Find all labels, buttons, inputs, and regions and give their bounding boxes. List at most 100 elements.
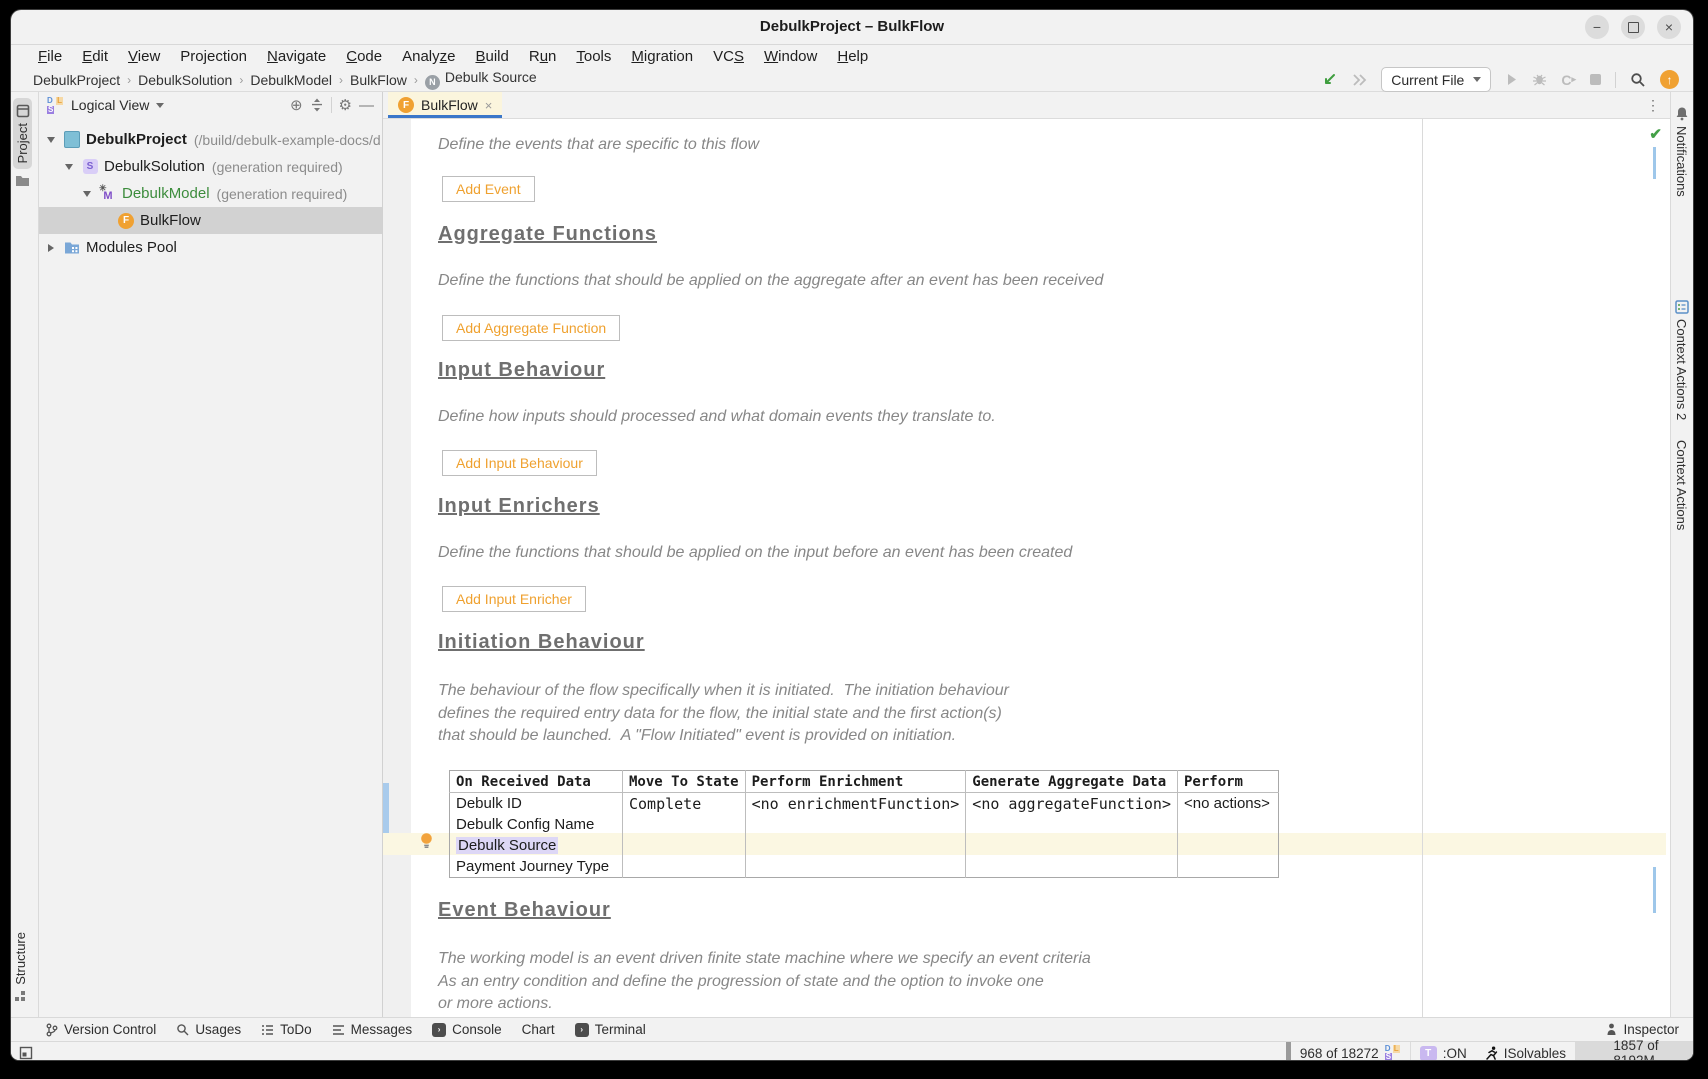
add-input-enricher-button[interactable]: Add Input Enricher (442, 586, 586, 612)
menu-navigate[interactable]: Navigate (258, 48, 335, 65)
tree-row-debulkmodel[interactable]: ✳M DebulkModel (generation required) (39, 180, 382, 207)
run-icon[interactable] (1505, 73, 1518, 86)
inspections-ok-icon[interactable]: ✔ (1649, 125, 1662, 143)
move-to-state-cell[interactable]: Complete (623, 793, 746, 815)
position-widget[interactable]: 968 of 18272 DLS (1291, 1042, 1410, 1060)
menu-tools[interactable]: Tools (567, 48, 620, 65)
received-data-cell[interactable]: Payment Journey Type (450, 856, 623, 878)
tool-tab-context-actions[interactable]: Context Actions (1674, 440, 1689, 530)
folder-icon[interactable] (15, 174, 30, 187)
chevron-down-icon[interactable] (156, 103, 164, 108)
perform-enrichment-cell[interactable]: <no enrichmentFunction> (745, 793, 966, 815)
input-enrichers-heading: Input Enrichers (438, 495, 600, 518)
breadcrumb-item[interactable]: BulkFlow (350, 72, 407, 88)
tool-version-control[interactable]: Version Control (45, 1022, 156, 1037)
tool-terminal[interactable]: › Terminal (575, 1022, 646, 1037)
tool-tab-context-actions-2[interactable]: Context Actions 2 (1674, 300, 1689, 420)
scrollbar-mark[interactable] (1653, 147, 1656, 179)
editor-tab-bar: F BulkFlow × ⋮ (383, 92, 1670, 119)
node-type-icon: N (425, 75, 440, 90)
tool-tab-notifications[interactable]: Notifications (1674, 106, 1689, 197)
maximize-button[interactable] (1621, 15, 1645, 39)
generate-aggregate-data-cell[interactable]: <no aggregateFunction> (966, 793, 1178, 815)
hide-panel-icon[interactable]: — (359, 97, 374, 114)
tab-close-icon[interactable]: × (485, 98, 493, 113)
breadcrumb-separator: › (239, 73, 243, 87)
tool-chart[interactable]: Chart (522, 1022, 555, 1037)
menu-run[interactable]: Run (520, 48, 566, 65)
menu-migration[interactable]: Migration (622, 48, 702, 65)
tab-bulkflow[interactable]: F BulkFlow × (388, 92, 502, 118)
col-header[interactable]: Move To State (623, 771, 746, 793)
perform-cell[interactable]: <no actions> (1177, 793, 1278, 815)
breadcrumb-item-current[interactable]: NDebulk Source (425, 69, 537, 90)
received-data-cell-selected[interactable]: Debulk Source (450, 835, 623, 856)
chevron-collapsed-icon[interactable] (47, 244, 55, 252)
menu-vcs[interactable]: VCS (704, 48, 753, 65)
event-behaviour-heading: Event Behaviour (438, 899, 611, 922)
col-header[interactable]: Perform (1177, 771, 1278, 793)
scrollbar-mark[interactable] (1653, 867, 1656, 913)
stop-icon[interactable] (1590, 74, 1601, 85)
menu-build[interactable]: Build (466, 48, 517, 65)
close-button[interactable]: × (1657, 15, 1681, 39)
intention-bulb-icon[interactable] (419, 832, 434, 850)
col-header[interactable]: On Received Data (450, 771, 623, 793)
col-header[interactable]: Generate Aggregate Data (966, 771, 1178, 793)
tool-usages[interactable]: Usages (176, 1022, 241, 1037)
chevron-expanded-icon[interactable] (65, 163, 73, 171)
locate-file-icon[interactable]: ⊕ (290, 96, 303, 114)
add-aggregate-function-button[interactable]: Add Aggregate Function (442, 315, 620, 341)
tool-window-switcher-icon[interactable] (19, 1046, 33, 1060)
vcs-update-icon[interactable] (1351, 72, 1367, 88)
tree-node-label: DebulkModel (122, 185, 210, 202)
tree-node-annotation: (generation required) (217, 186, 348, 202)
run-with-coverage-icon[interactable]: C▸ (1561, 72, 1576, 88)
chevron-expanded-icon[interactable] (83, 190, 91, 198)
menu-help[interactable]: Help (828, 48, 877, 65)
update-available-icon[interactable]: ↑ (1660, 70, 1679, 89)
tree-row-debulkproject[interactable]: DebulkProject (/build/debulk-example-doc… (39, 126, 382, 153)
menu-code[interactable]: Code (337, 48, 391, 65)
table-row: Debulk Source (450, 835, 1279, 856)
tool-messages[interactable]: Messages (332, 1022, 413, 1037)
tool-tab-structure[interactable]: Structure (13, 932, 28, 1003)
debug-icon[interactable] (1532, 72, 1547, 87)
menu-window[interactable]: Window (755, 48, 826, 65)
editor-options-icon[interactable]: ⋮ (1646, 92, 1660, 118)
tree-row-debulksolution[interactable]: S DebulkSolution (generation required) (39, 153, 382, 180)
menu-analyze[interactable]: Analyze (393, 48, 464, 65)
breadcrumb-item[interactable]: DebulkModel (250, 72, 332, 88)
menu-edit[interactable]: Edit (73, 48, 117, 65)
menu-projection[interactable]: Projection (171, 48, 256, 65)
memory-indicator[interactable]: 1857 of 8192M (1575, 1042, 1693, 1060)
tracing-widget[interactable]: T :ON (1411, 1042, 1476, 1060)
collapse-all-icon[interactable] (310, 98, 324, 112)
received-data-cell[interactable]: Debulk Config Name (450, 814, 623, 835)
solvables-widget[interactable]: ISolvables (1476, 1042, 1575, 1060)
tool-console[interactable]: › Console (432, 1022, 502, 1037)
tree-node-label: Modules Pool (86, 239, 177, 256)
tree-row-modules-pool[interactable]: Modules Pool (39, 234, 382, 261)
initiation-table: On Received Data Move To State Perform E… (449, 770, 1279, 878)
breadcrumb-item[interactable]: DebulkSolution (138, 72, 232, 88)
received-data-cell[interactable]: Debulk ID (450, 793, 623, 815)
menu-file[interactable]: File (29, 48, 71, 65)
minimize-button[interactable]: − (1585, 15, 1609, 39)
add-input-behaviour-button[interactable]: Add Input Behaviour (442, 450, 597, 476)
tool-inspector[interactable]: Inspector (1606, 1022, 1679, 1037)
breadcrumb-item[interactable]: DebulkProject (33, 72, 120, 88)
gear-icon[interactable]: ⚙ (339, 96, 352, 114)
tree-row-bulkflow-selected[interactable]: F BulkFlow (39, 207, 382, 234)
tool-tab-project[interactable]: Project (13, 98, 32, 187)
add-event-button[interactable]: Add Event (442, 176, 535, 202)
build-project-icon[interactable] (1321, 72, 1337, 88)
search-everywhere-icon[interactable] (1630, 72, 1646, 88)
menu-view[interactable]: View (119, 48, 169, 65)
tool-todo[interactable]: ToDo (261, 1022, 312, 1037)
view-selector[interactable]: Logical View (71, 97, 149, 113)
col-header[interactable]: Perform Enrichment (745, 771, 966, 793)
run-configuration-selector[interactable]: Current File (1381, 67, 1491, 92)
editor-splitter[interactable] (1422, 119, 1423, 1017)
chevron-expanded-icon[interactable] (47, 136, 55, 144)
